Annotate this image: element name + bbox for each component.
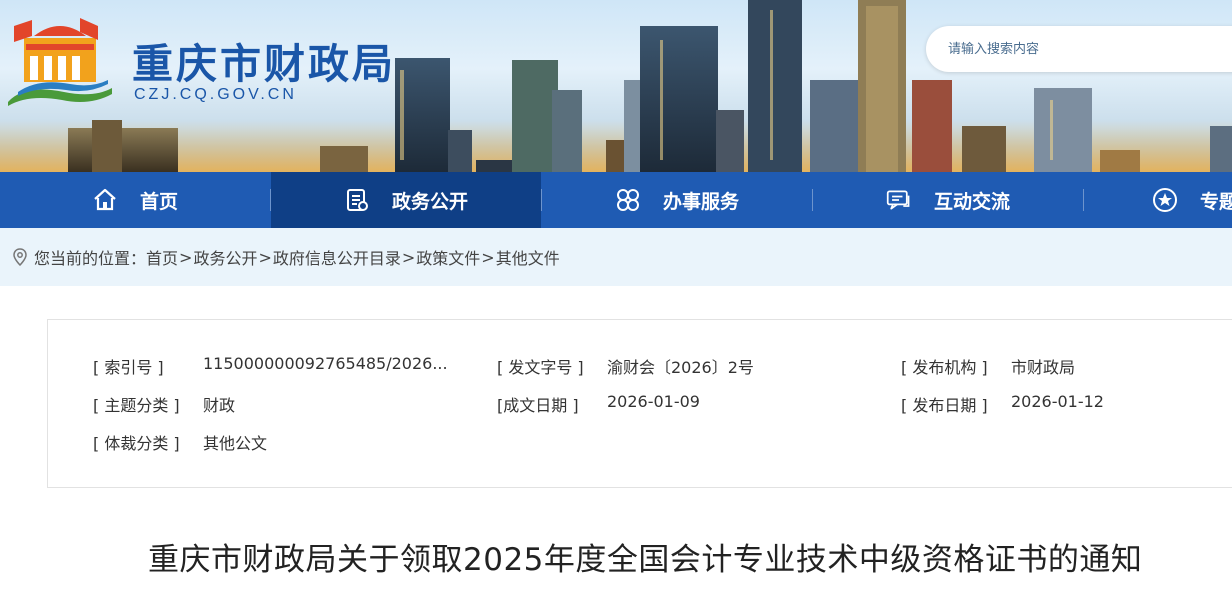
header-banner: 重庆市财政局 CZJ.CQ.GOV.CN (0, 0, 1232, 172)
meta-value: 财政 (203, 396, 236, 415)
meta-doc-no: [ 发文字号 ] 渝财会〔2026〕2号 (497, 354, 754, 378)
meta-label: [ 索引号 ] (93, 358, 164, 377)
nav-item-label: 专题 (1200, 190, 1232, 213)
breadcrumb-link-info-catalog[interactable]: 政府信息公开目录 (273, 245, 401, 269)
meta-label: [成文日期 ] (497, 396, 579, 415)
meta-label: [ 体裁分类 ] (93, 434, 180, 453)
breadcrumb-link-policy-documents[interactable]: 政策文件 (416, 245, 480, 269)
breadcrumb-link-other-documents[interactable]: 其他文件 (496, 245, 560, 269)
meta-published-date: [ 发布日期 ] 2026-01-12 (901, 392, 1104, 416)
main-nav: 首页 政务公开 办事服务 互动交流 专题 (0, 172, 1232, 228)
document-title: 重庆市财政局关于领取2025年度全国会计专业技术中级资格证书的通知 (148, 542, 1143, 578)
site-domain: CZJ.CQ.GOV.CN (134, 86, 297, 103)
breadcrumb-separator: > (258, 247, 272, 267)
meta-label: [ 发布机构 ] (901, 358, 988, 377)
document-metadata-box: [ 索引号 ] 115000000092765485/2026... [ 发文字… (47, 319, 1232, 488)
meta-value: 其他公文 (203, 434, 268, 453)
breadcrumb-link-home[interactable]: 首页 (146, 245, 178, 269)
breadcrumb-link-government-affairs[interactable]: 政务公开 (193, 245, 257, 269)
meta-label: [ 主题分类 ] (93, 396, 180, 415)
meta-topic: [ 主题分类 ] 财政 (93, 392, 235, 416)
nav-item-interaction[interactable]: 互动交流 (813, 172, 1083, 228)
meta-genre: [ 体裁分类 ] 其他公文 (93, 430, 267, 454)
meta-publisher: [ 发布机构 ] 市财政局 (901, 354, 1075, 378)
meta-value: 市财政局 (1011, 358, 1076, 377)
nav-item-special-topics[interactable]: 专题 (1084, 172, 1232, 228)
meta-value: 115000000092765485/2026... (203, 354, 448, 373)
nav-item-services[interactable]: 办事服务 (542, 172, 812, 228)
meta-value: 2026-01-12 (1011, 392, 1104, 411)
site-name: 重庆市财政局 (132, 40, 396, 88)
chat-icon (886, 187, 912, 213)
meta-created-date: [成文日期 ] 2026-01-09 (497, 392, 700, 416)
meta-value: 渝财会〔2026〕2号 (607, 358, 754, 377)
nav-item-label: 互动交流 (933, 190, 1010, 213)
breadcrumb-separator: > (401, 247, 416, 267)
meta-label: [ 发布日期 ] (901, 396, 988, 415)
nav-item-government-affairs[interactable]: 政务公开 (271, 172, 541, 228)
nav-item-home[interactable]: 首页 (0, 172, 270, 228)
breadcrumb-separator: > (179, 247, 193, 267)
breadcrumb-separator: > (481, 247, 495, 267)
search-input[interactable] (948, 26, 1232, 72)
star-circle-icon (1152, 187, 1178, 213)
meta-value: 2026-01-09 (607, 392, 700, 411)
document-list-icon (344, 187, 370, 213)
home-icon (92, 187, 118, 213)
breadcrumb-prefix: 您当前的位置： (34, 249, 147, 268)
grid-clover-icon (615, 187, 641, 213)
main-content: [ 索引号 ] 115000000092765485/2026... [ 发文字… (0, 286, 1232, 593)
nav-item-label: 首页 (139, 190, 178, 213)
nav-item-label: 政务公开 (391, 190, 468, 213)
breadcrumb: 您当前的位置： 首页 > 政务公开 > 政府信息公开目录 > 政策文件 > 其他… (0, 228, 1232, 286)
nav-item-label: 办事服务 (662, 190, 739, 213)
meta-label: [ 发文字号 ] (497, 358, 584, 377)
logo-icon (8, 18, 112, 106)
search-box[interactable] (926, 26, 1232, 72)
location-pin-icon (13, 248, 27, 266)
meta-index-no: [ 索引号 ] 115000000092765485/2026... (93, 354, 448, 378)
